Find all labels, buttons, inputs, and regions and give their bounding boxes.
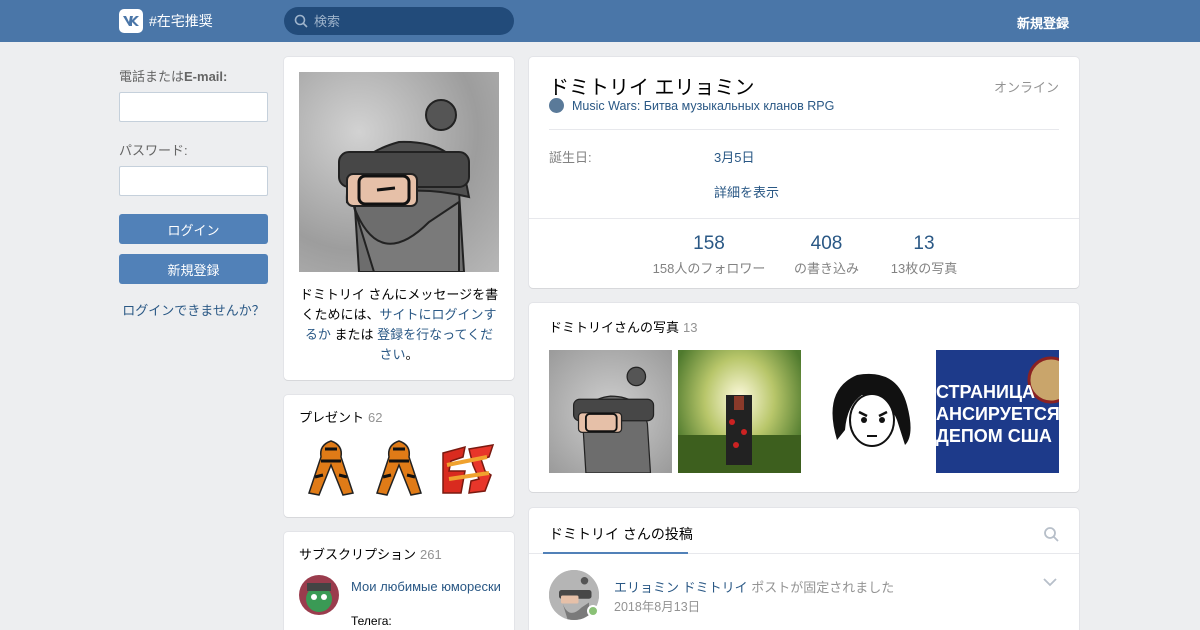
- profile-name: ドミトリイ エリョミン: [549, 77, 755, 99]
- phone-email-field[interactable]: [119, 92, 268, 122]
- status-line[interactable]: Music Wars: Битва музыкальных кланов RPG: [549, 98, 834, 113]
- svg-text:АНСИРУЕТСЯ: АНСИРУЕТСЯ: [936, 404, 1059, 424]
- photo-thumbnail[interactable]: [549, 350, 672, 473]
- login-to-message-text: ドミトリイ さんにメッセージを書くためには、サイトにログインするか または 登録…: [299, 287, 499, 362]
- logo-hashtag: #在宅推奨: [149, 13, 213, 29]
- subscriptions-card: サブスクリプション 261 Мои любимые юморески Телега…: [284, 532, 514, 630]
- search-box[interactable]: [284, 7, 514, 35]
- post-date[interactable]: 2018年8月13日: [614, 596, 700, 615]
- status-text: Music Wars: Битва музыкальных кланов RPG: [572, 98, 835, 113]
- vk-logo-icon: [119, 9, 143, 33]
- posts-counter[interactable]: 408 の書き込み: [784, 233, 869, 277]
- show-more-link[interactable]: 詳細を表示: [714, 182, 779, 201]
- search-input[interactable]: [314, 13, 494, 29]
- online-indicator: [587, 605, 599, 617]
- subscription-description: Телега:: [351, 614, 392, 628]
- subscription-title[interactable]: Мои любимые юморески: [351, 579, 501, 595]
- profile-info-card: ドミトリイ エリョミン オンライン Music Wars: Битва музы…: [529, 57, 1079, 288]
- password-label: パスワード:: [119, 143, 188, 158]
- vk-logo[interactable]: #在宅推奨: [119, 9, 213, 33]
- birthday-label: 誕生日:: [549, 150, 592, 165]
- photos-card: ドミトリイさんの写真 13 СТРАНИЦА АНСИРУЕТСЯ ДЕПОМ С…: [529, 303, 1079, 492]
- active-tab-indicator: [543, 552, 688, 554]
- signup-link-top[interactable]: 新規登録: [1017, 13, 1069, 32]
- photos-header[interactable]: ドミトリイさんの写真 13: [549, 317, 697, 336]
- top-bar: #在宅推奨 新規登録: [0, 0, 1200, 42]
- avatar-card: ドミトリイ さんにメッセージを書くためには、サイトにログインするか または 登録…: [284, 57, 514, 380]
- phone-label: 電話またはE-mail:: [119, 69, 228, 84]
- subscriptions-header[interactable]: サブスクリプション 261: [299, 544, 442, 563]
- forgot-login-link[interactable]: ログインできませんか？: [119, 300, 268, 319]
- signup-button[interactable]: 新規登録: [119, 254, 268, 284]
- gifts-card[interactable]: プレゼント 62: [284, 395, 514, 517]
- password-field[interactable]: [119, 166, 268, 196]
- tab-posts[interactable]: ドミトリイ さんの投稿: [549, 524, 693, 544]
- svg-text:СТРАНИЦА: СТРАНИЦА: [936, 382, 1035, 402]
- gift-ribbon-icon[interactable]: [367, 435, 431, 499]
- photo-thumbnail[interactable]: [807, 350, 930, 473]
- search-icon[interactable]: [1043, 526, 1059, 542]
- posts-card: ドミトリイ さんの投稿 エリョミン ドミトリイ ポストが固定されました 2018…: [529, 508, 1079, 630]
- app-icon: [549, 98, 564, 113]
- followers-counter[interactable]: 158 158人のフォロワー: [639, 233, 779, 277]
- photo-thumbnail[interactable]: СТРАНИЦА АНСИРУЕТСЯ ДЕПОМ США: [936, 350, 1059, 473]
- subscription-avatar[interactable]: [299, 575, 339, 615]
- svg-text:ДЕПОМ США: ДЕПОМ США: [936, 426, 1052, 446]
- gift-numeral-icon[interactable]: [435, 435, 499, 499]
- divider: [549, 129, 1059, 130]
- post-author-link[interactable]: エリョミン ドミトリイ: [614, 580, 748, 595]
- login-button[interactable]: ログイン: [119, 214, 268, 244]
- photos-counter[interactable]: 13 13枚の写真: [884, 233, 964, 277]
- post-header: エリョミン ドミトリイ ポストが固定されました: [614, 580, 895, 595]
- search-icon: [294, 14, 308, 28]
- divider: [529, 218, 1079, 219]
- register-link[interactable]: 登録を行なってください: [377, 327, 493, 362]
- birthday-value[interactable]: 3月5日: [714, 147, 754, 166]
- chevron-down-icon[interactable]: [1043, 578, 1057, 587]
- profile-photo[interactable]: [299, 72, 499, 272]
- gift-ribbon-icon[interactable]: [299, 435, 363, 499]
- login-form: 電話またはE-mail: パスワード: ログイン 新規登録 ログインできませんか…: [119, 66, 268, 319]
- online-status: オンライン: [993, 80, 1059, 95]
- gifts-header: プレゼント 62: [299, 410, 383, 425]
- photo-thumbnail[interactable]: [678, 350, 801, 473]
